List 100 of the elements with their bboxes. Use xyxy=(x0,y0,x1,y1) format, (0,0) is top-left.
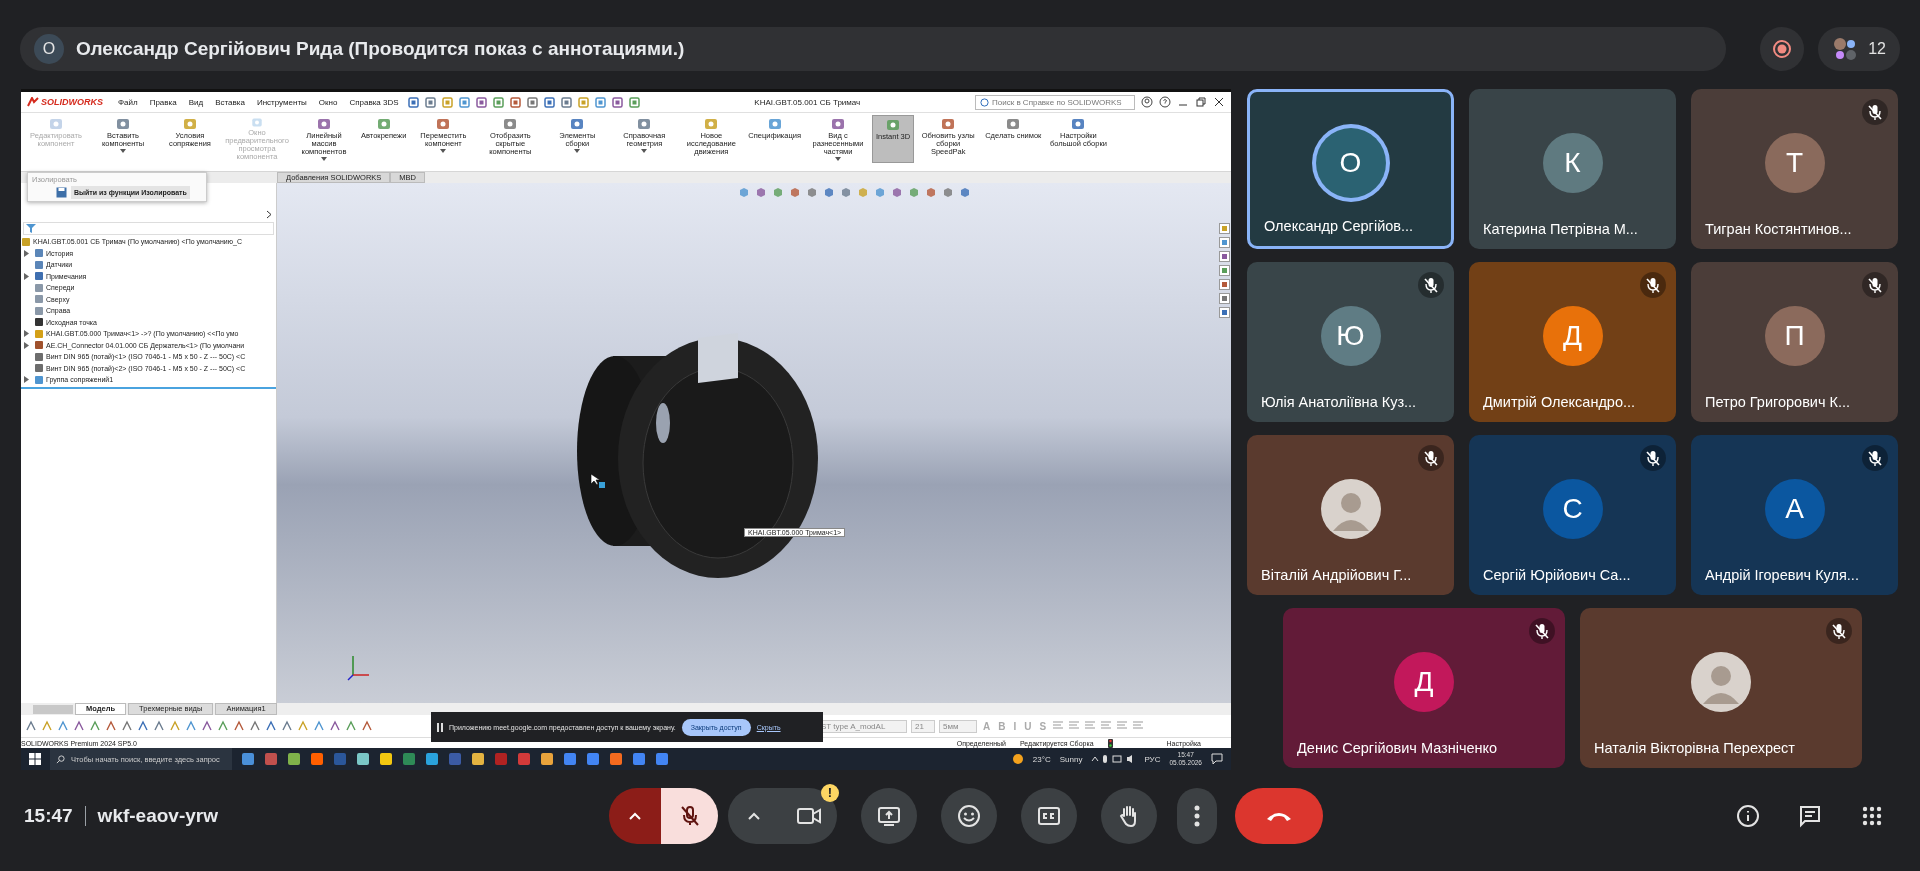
toolbar-icon[interactable] xyxy=(526,96,538,108)
toolbar-icon[interactable] xyxy=(137,720,149,732)
toolbar-icon[interactable] xyxy=(458,96,470,108)
expand-arrow-icon[interactable] xyxy=(24,376,29,384)
toolbar-icon[interactable] xyxy=(628,96,640,108)
toolbar-icon[interactable] xyxy=(105,720,117,732)
toolbar-icon[interactable] xyxy=(475,96,487,108)
app-icon[interactable] xyxy=(310,752,324,766)
participant-tile[interactable]: П Петро Григорович К... xyxy=(1691,262,1898,422)
app-icon[interactable] xyxy=(609,752,623,766)
toolbar-icon[interactable] xyxy=(281,720,293,732)
app-icon[interactable] xyxy=(287,752,301,766)
toolbar-icon[interactable] xyxy=(153,720,165,732)
toolbar-icon[interactable] xyxy=(560,96,572,108)
toolbar-icon[interactable] xyxy=(805,186,818,198)
filter-field[interactable] xyxy=(23,222,274,235)
app-icon[interactable] xyxy=(540,752,554,766)
toolbar-icon[interactable] xyxy=(492,96,504,108)
task-pane-icon[interactable] xyxy=(1219,307,1230,318)
task-pane-icon[interactable] xyxy=(1219,251,1230,262)
participant-tile[interactable]: А Андрій Ігоревич Куля... xyxy=(1691,435,1898,595)
user-icon[interactable] xyxy=(1141,96,1153,108)
participant-tile[interactable]: О Олександр Сергійов... xyxy=(1247,89,1454,249)
participant-tile[interactable]: Д Денис Сергійович Мазніченко xyxy=(1283,608,1565,768)
toolbar-icon[interactable] xyxy=(233,720,245,732)
toolbar-icon[interactable] xyxy=(407,96,419,108)
menu-item[interactable]: Вставка xyxy=(212,97,248,107)
expand-arrow-icon[interactable] xyxy=(24,249,29,257)
restore-icon[interactable] xyxy=(1195,96,1207,108)
camera-button[interactable] xyxy=(780,787,837,844)
toolbar-icon[interactable] xyxy=(57,720,69,732)
participant-tile[interactable]: Т Тигран Костянтинов... xyxy=(1691,89,1898,249)
toolbar-icon[interactable] xyxy=(788,186,801,198)
task-pane-icon[interactable] xyxy=(1219,237,1230,248)
toolbar-icon[interactable] xyxy=(771,186,784,198)
task-pane-icon[interactable] xyxy=(1219,265,1230,276)
app-icon[interactable] xyxy=(471,752,485,766)
notification-icon[interactable] xyxy=(1211,753,1223,765)
toolbar-icon[interactable] xyxy=(345,720,357,732)
toolbar-icon[interactable] xyxy=(297,720,309,732)
toolbar-icon[interactable] xyxy=(185,720,197,732)
toolbar-icon[interactable] xyxy=(265,720,277,732)
toolbar-icon[interactable] xyxy=(594,96,606,108)
close-icon[interactable] xyxy=(1213,96,1225,108)
toolbar-icon[interactable] xyxy=(361,720,373,732)
save-icon[interactable] xyxy=(56,187,67,198)
toolbar-icon[interactable] xyxy=(941,186,954,198)
toolbar-icon[interactable] xyxy=(754,186,767,198)
language-indicator[interactable]: РУС xyxy=(1144,754,1161,764)
menu-item[interactable]: Правка xyxy=(146,97,180,107)
toolbar-icon[interactable] xyxy=(313,720,325,732)
toolbar-icon[interactable] xyxy=(958,186,971,198)
app-icon[interactable] xyxy=(563,752,577,766)
participant-tile[interactable]: Віталій Андрійович Г... xyxy=(1247,435,1454,595)
toolbar-icon[interactable] xyxy=(73,720,85,732)
task-pane-icon[interactable] xyxy=(1219,293,1230,304)
toolbar-icon[interactable] xyxy=(201,720,213,732)
participant-tile[interactable]: Д Дмитрій Олександро... xyxy=(1469,262,1676,422)
toolbar-icon[interactable] xyxy=(121,720,133,732)
app-icon[interactable] xyxy=(356,752,370,766)
menu-item[interactable]: Файл xyxy=(115,97,141,107)
menu-item[interactable]: Инструменты xyxy=(253,97,310,107)
expand-arrow-icon[interactable] xyxy=(24,330,29,338)
toolbar-icon[interactable] xyxy=(577,96,589,108)
toolbar-icon[interactable] xyxy=(543,96,555,108)
participant-tile[interactable]: С Сергій Юрійович Са... xyxy=(1469,435,1676,595)
task-pane-icon[interactable] xyxy=(1219,223,1230,234)
toolbar-icon[interactable] xyxy=(907,186,920,198)
help-icon[interactable] xyxy=(1159,96,1171,108)
task-pane-icon[interactable] xyxy=(1219,279,1230,290)
toolbar-icon[interactable] xyxy=(611,96,623,108)
toolbar-icon[interactable] xyxy=(41,720,53,732)
more-options-button[interactable] xyxy=(1177,787,1217,844)
participant-tile[interactable]: Наталія Вікторівна Перехрест xyxy=(1580,608,1862,768)
app-icon[interactable] xyxy=(379,752,393,766)
toolbar-icon[interactable] xyxy=(249,720,261,732)
toolbar-icon[interactable] xyxy=(509,96,521,108)
microphone-button[interactable] xyxy=(661,787,718,844)
toolbar-icon[interactable] xyxy=(25,720,37,732)
toolbar-icon[interactable] xyxy=(424,96,436,108)
help-search-field[interactable]: Поиск в Справке по SOLIDWORKS xyxy=(975,94,1135,110)
app-icon[interactable] xyxy=(586,752,600,766)
toolbar-icon[interactable] xyxy=(890,186,903,198)
toolbar-icon[interactable] xyxy=(169,720,181,732)
expand-arrow-icon[interactable] xyxy=(24,272,29,280)
toolbar-icon[interactable] xyxy=(822,186,835,198)
participant-tile[interactable]: Ю Юлія Анатоліївна Куз... xyxy=(1247,262,1454,422)
toolbar-icon[interactable] xyxy=(217,720,229,732)
menu-item[interactable]: Справка 3DS xyxy=(346,97,402,107)
toolbar-icon[interactable] xyxy=(924,186,937,198)
menu-item[interactable]: Вид xyxy=(185,97,207,107)
app-icon[interactable] xyxy=(655,752,669,766)
chevron-right-icon[interactable] xyxy=(266,209,272,219)
windows-start-icon[interactable] xyxy=(29,753,41,765)
expand-arrow-icon[interactable] xyxy=(24,341,29,349)
participants-button[interactable]: 12 xyxy=(1818,27,1900,71)
toolbar-icon[interactable] xyxy=(89,720,101,732)
app-icon[interactable] xyxy=(425,752,439,766)
record-indicator-button[interactable] xyxy=(1760,27,1805,71)
menu-item[interactable]: Окно xyxy=(315,97,341,107)
